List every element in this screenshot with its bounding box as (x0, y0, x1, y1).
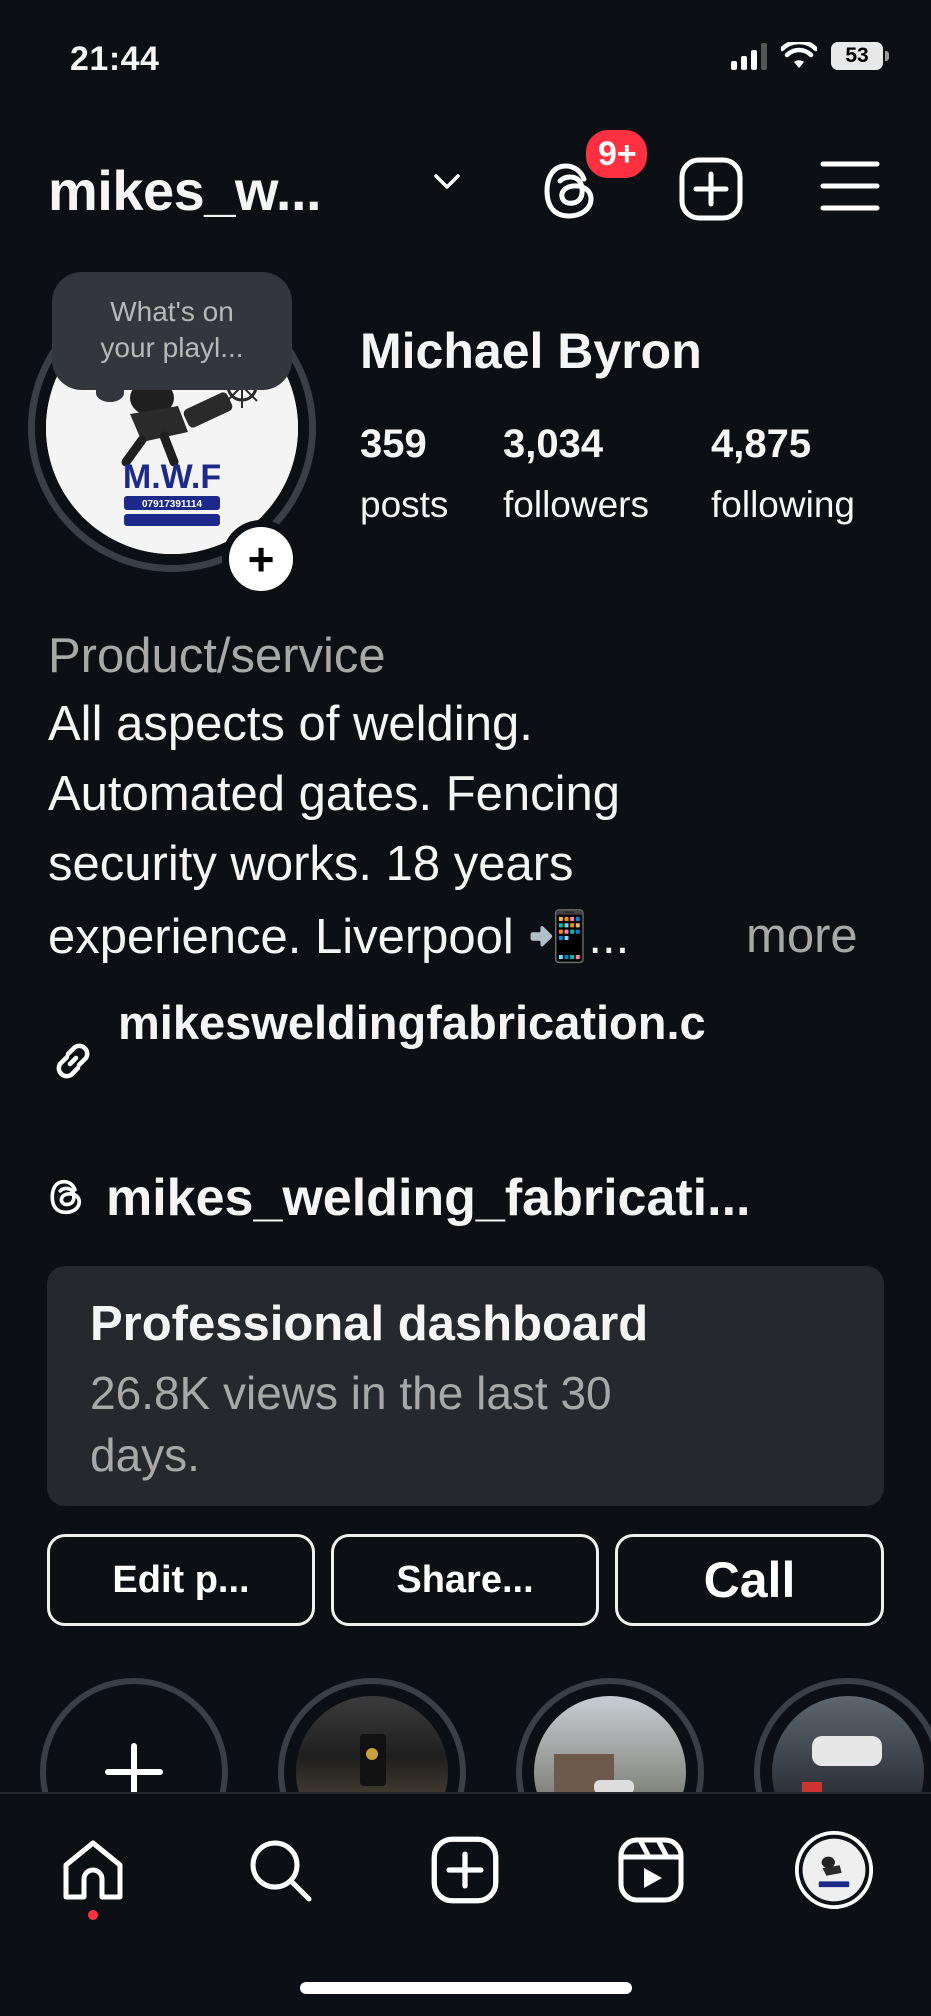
bio-line-2: Automated gates. Fencing (48, 767, 621, 821)
nav-create[interactable] (425, 1830, 505, 1910)
profile-category: Product/service (48, 629, 386, 683)
username-switcher[interactable]: mikes_w... (48, 158, 322, 223)
home-icon (63, 1840, 123, 1900)
followers-count[interactable]: 3,034 (503, 422, 603, 467)
status-time: 21:44 (70, 40, 160, 78)
nav-profile[interactable] (794, 1830, 874, 1910)
display-name: Michael Byron (360, 323, 702, 379)
status-icons: 53 (731, 42, 889, 70)
bio-line-3: security works. 18 years (48, 837, 574, 891)
bio-line-1: All aspects of welding. (48, 697, 533, 751)
chevron-down-icon[interactable] (432, 172, 462, 192)
hamburger-menu-icon[interactable] (820, 160, 880, 212)
threads-profile-link[interactable]: mikes_welding_fabricati... (106, 1168, 750, 1228)
plus-square-icon (431, 1836, 499, 1904)
link-icon (56, 1043, 90, 1079)
edit-profile-button[interactable]: Edit p... (47, 1534, 315, 1626)
bio-line-4: experience. Liverpool 📲... (48, 910, 630, 964)
dashboard-subtitle-line-2: days. (90, 1429, 200, 1481)
nav-home[interactable] (53, 1830, 133, 1910)
profile-avatar-icon (794, 1830, 874, 1910)
wifi-icon (781, 42, 817, 68)
dashboard-title: Professional dashboard (90, 1297, 649, 1351)
search-icon (250, 1840, 312, 1902)
website-link[interactable]: mikesweldingfabrication.c (118, 995, 706, 1050)
cellular-signal-icon (731, 42, 767, 70)
share-profile-button[interactable]: Share... (331, 1534, 599, 1626)
reels-icon (618, 1837, 684, 1903)
note-line-1: What's on (110, 296, 234, 327)
nav-search[interactable] (240, 1830, 320, 1910)
posts-label[interactable]: posts (360, 484, 448, 526)
following-count[interactable]: 4,875 (711, 422, 811, 467)
call-button[interactable]: Call (615, 1534, 884, 1626)
home-notification-dot (88, 1910, 98, 1920)
followers-label[interactable]: followers (503, 484, 649, 526)
battery-indicator: 53 (831, 42, 889, 70)
avatar-phone-text: 07917391114 (142, 499, 203, 510)
note-bubble[interactable]: What's on your playl... (52, 272, 292, 390)
nav-reels[interactable] (611, 1830, 691, 1910)
dashboard-subtitle-line-1: 26.8K views in the last 30 (90, 1367, 612, 1419)
home-indicator[interactable] (300, 1982, 632, 1994)
bio-more-link[interactable]: more (746, 908, 858, 964)
plus-square-icon[interactable] (678, 156, 744, 222)
posts-count[interactable]: 359 (360, 422, 427, 467)
following-label[interactable]: following (711, 484, 855, 526)
avatar-logo-text: M.W.F (123, 458, 221, 496)
threads-icon (50, 1179, 82, 1215)
add-story-button[interactable]: + (222, 520, 300, 598)
note-line-2: your playl... (100, 332, 244, 363)
notification-badge[interactable]: 9+ (582, 126, 651, 182)
